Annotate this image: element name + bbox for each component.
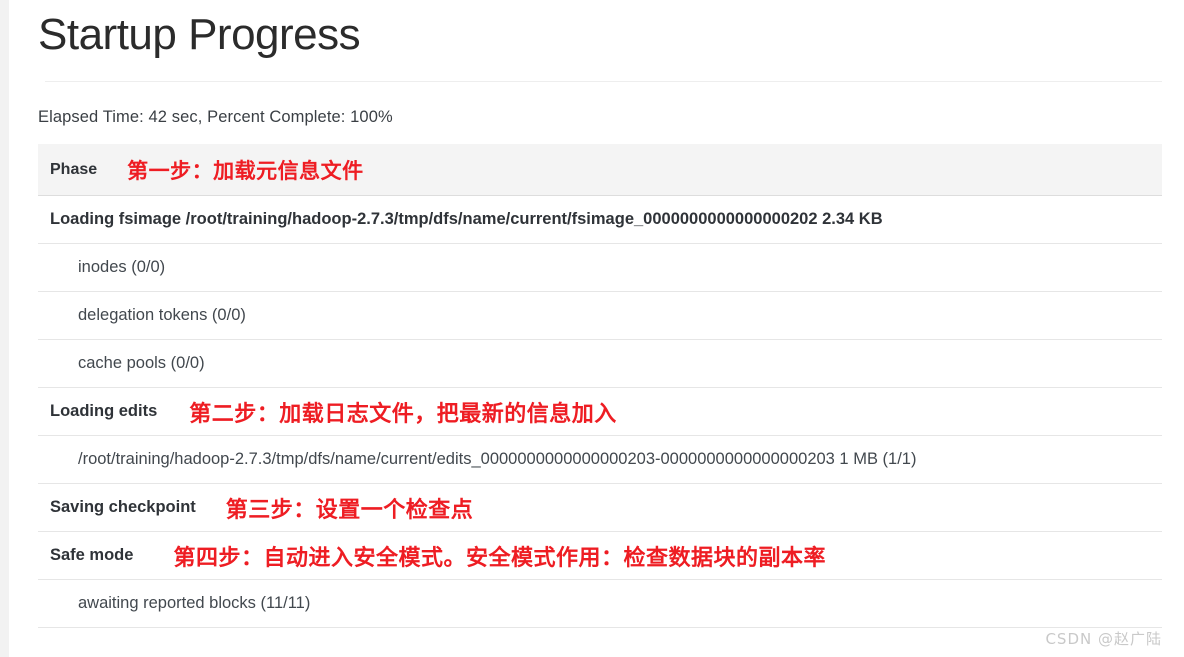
phase-label-loading-fsimage: Loading fsimage /root/training/hadoop-2.… — [50, 210, 883, 229]
table-row-edits-file: /root/training/hadoop-2.7.3/tmp/dfs/name… — [38, 436, 1162, 485]
left-gutter — [0, 0, 9, 657]
startup-progress-table: Phase 第一步：加载元信息文件 Loading fsimage /root/… — [38, 144, 1162, 629]
annotation-step-1: 第一步：加载元信息文件 — [127, 158, 364, 183]
annotation-step-4: 第四步：自动进入安全模式。安全模式作用：检查数据块的副本率 — [173, 545, 826, 571]
step-label-cache-pools: cache pools (0/0) — [78, 354, 205, 373]
annotation-step-3: 第三步：设置一个检查点 — [225, 497, 474, 523]
table-row-loading-fsimage: Loading fsimage /root/training/hadoop-2.… — [38, 196, 1162, 245]
csdn-watermark: CSDN @赵广陆 — [1045, 630, 1162, 648]
table-row-cache-pools: cache pools (0/0) — [38, 340, 1162, 389]
startup-progress-page: Startup Progress Elapsed Time: 42 sec, P… — [0, 0, 1184, 657]
step-label-awaiting-blocks: awaiting reported blocks (11/11) — [78, 594, 311, 613]
table-header-row: Phase 第一步：加载元信息文件 — [38, 144, 1162, 197]
table-row-delegation-tokens: delegation tokens (0/0) — [38, 292, 1162, 341]
table-row-inodes: inodes (0/0) — [38, 244, 1162, 293]
annotation-step-2: 第二步：加载日志文件，把最新的信息加入 — [189, 401, 617, 427]
table-row-safe-mode: Safe mode 第四步：自动进入安全模式。安全模式作用：检查数据块的副本率 — [38, 532, 1162, 581]
table-row-awaiting-blocks: awaiting reported blocks (11/11) — [38, 580, 1162, 629]
step-label-edits-file: /root/training/hadoop-2.7.3/tmp/dfs/name… — [78, 450, 917, 469]
page-content: Startup Progress Elapsed Time: 42 sec, P… — [38, 0, 1168, 629]
phase-label-saving-checkpoint: Saving checkpoint — [50, 498, 196, 517]
column-header-phase: Phase — [50, 160, 98, 178]
phase-label-loading-edits: Loading edits — [50, 402, 158, 421]
step-label-delegation-tokens: delegation tokens (0/0) — [78, 306, 246, 325]
step-label-inodes: inodes (0/0) — [78, 258, 166, 277]
page-title: Startup Progress — [38, 10, 361, 59]
table-row-saving-checkpoint: Saving checkpoint 第三步：设置一个检查点 — [38, 484, 1162, 533]
elapsed-time-status: Elapsed Time: 42 sec, Percent Complete: … — [38, 108, 393, 127]
table-row-loading-edits: Loading edits 第二步：加载日志文件，把最新的信息加入 — [38, 388, 1162, 437]
phase-label-safe-mode: Safe mode — [50, 546, 134, 565]
title-divider — [44, 81, 1162, 83]
